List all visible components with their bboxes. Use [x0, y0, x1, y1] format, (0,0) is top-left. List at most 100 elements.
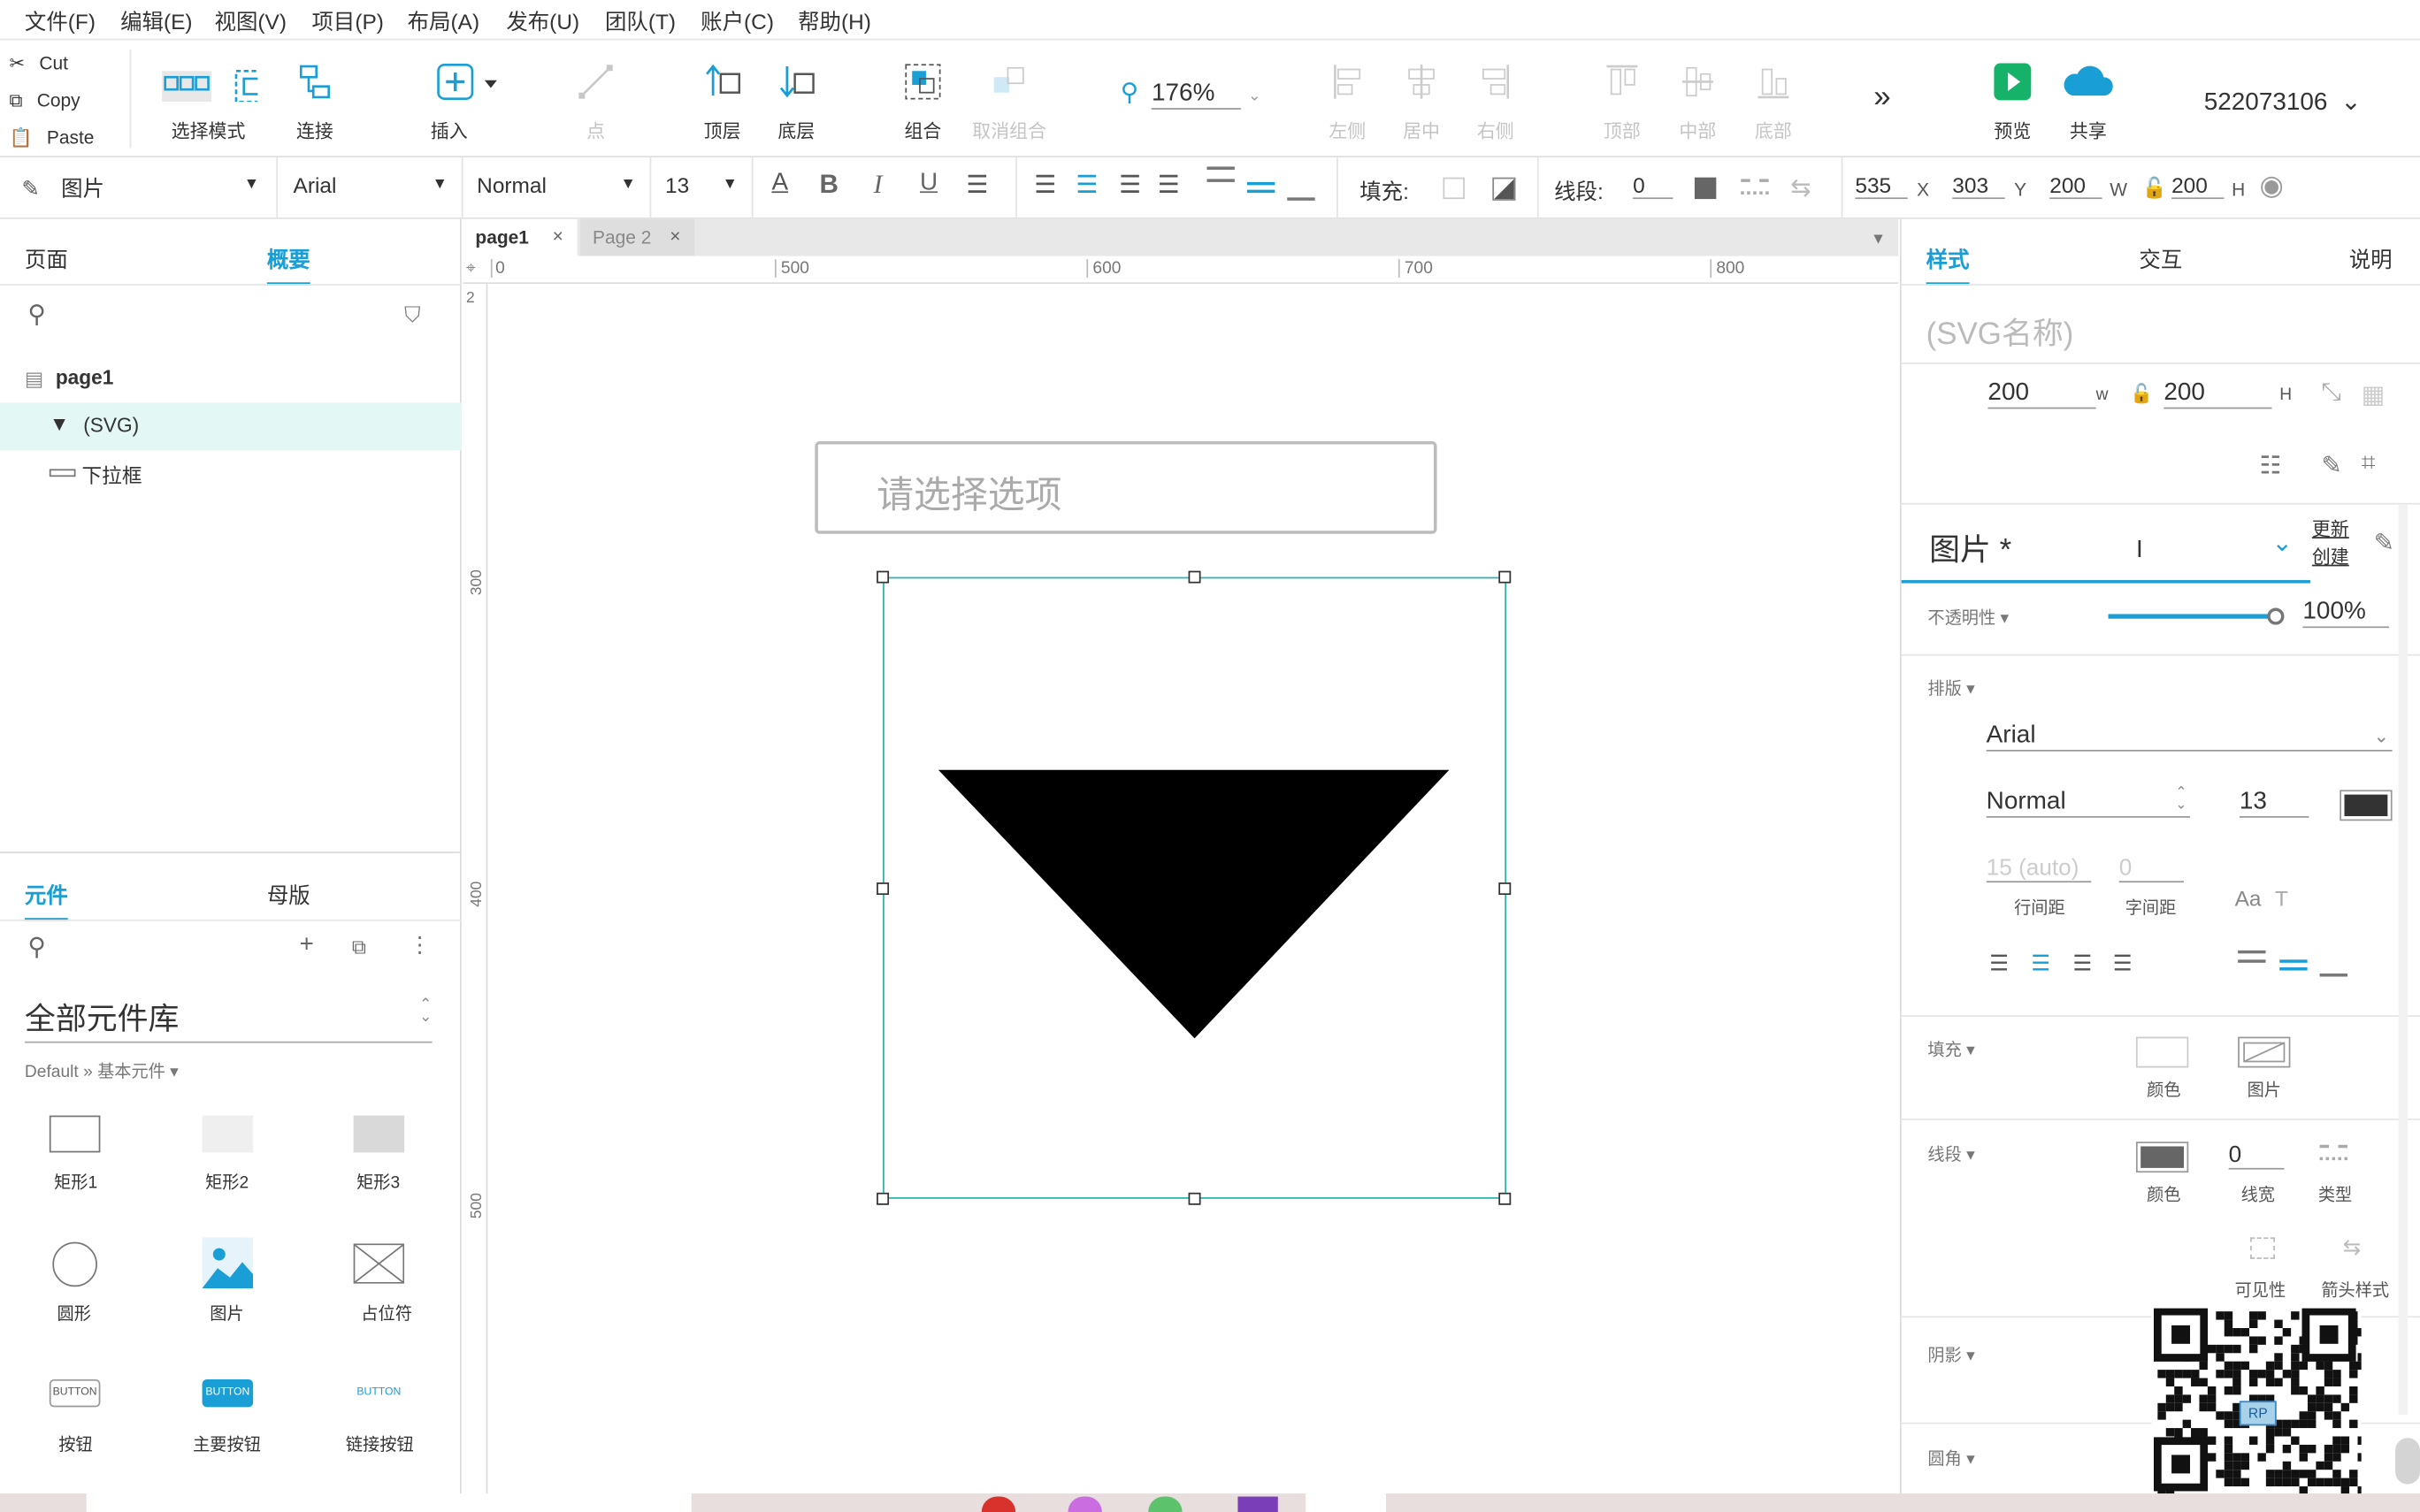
close-icon[interactable]: × [553, 225, 563, 247]
tree-item-dropdown[interactable]: 下拉框 [81, 460, 142, 489]
zoom-control[interactable]: ⚲ 176% ⌄ [1121, 77, 1261, 110]
group-button[interactable]: 组合 [892, 58, 954, 143]
border-color-button[interactable] [2135, 1142, 2189, 1173]
resize-handle[interactable] [1188, 1192, 1201, 1205]
fill-image-button[interactable] [2238, 1036, 2291, 1068]
panel-align-right-icon[interactable]: ☰ [2072, 951, 2092, 977]
style-picker[interactable]: ✎ 图片 ▼ [21, 172, 259, 203]
resize-handle[interactable] [1498, 1192, 1512, 1205]
filter-icon[interactable]: ⛉ [404, 302, 420, 329]
opacity-input[interactable]: 100% [2302, 599, 2390, 629]
bold-icon[interactable]: B [820, 170, 839, 201]
menu-project[interactable]: 项目(P) [311, 6, 383, 37]
panel-scrollbar-thumb[interactable] [2395, 1438, 2420, 1485]
rectangle2-thumb[interactable] [202, 1115, 254, 1153]
underline-icon[interactable]: U [920, 170, 938, 197]
align-text-right-icon[interactable]: ☰ [1119, 170, 1141, 201]
fill-color-button[interactable] [2135, 1036, 2189, 1068]
italic-icon[interactable]: I [874, 170, 883, 201]
menu-publish[interactable]: 发布(U) [506, 6, 579, 37]
lock-icon[interactable]: 🔓 [2130, 383, 2153, 404]
align-text-left-icon[interactable]: ☰ [1034, 170, 1056, 201]
point-button[interactable]: 点 [565, 58, 627, 143]
link-button-thumb[interactable]: BUTTON [354, 1379, 405, 1407]
bottom-layer-button[interactable]: 底层 [765, 58, 827, 143]
top-layer-button[interactable]: 顶层 [692, 58, 754, 143]
panel-valign-top-icon[interactable] [2238, 950, 2266, 963]
panel-align-center-icon[interactable]: ☰ [2031, 951, 2050, 977]
tab-interactions[interactable]: 交互 [2139, 244, 2182, 275]
tab-page2[interactable]: Page 2 × [580, 218, 695, 256]
library-path[interactable]: Default » 基本元件 ▾ [25, 1058, 179, 1083]
taskbar-app-icon[interactable] [981, 1496, 1016, 1512]
opacity-slider[interactable] [2108, 614, 2278, 619]
circle-thumb[interactable] [52, 1241, 97, 1287]
settings-sliders-icon[interactable]: ☷ [2260, 451, 2282, 482]
align-top-button[interactable]: 顶部 [1596, 58, 1648, 143]
grid-icon[interactable]: ▦ [2362, 379, 2385, 410]
align-right-button[interactable]: 右侧 [1469, 58, 1521, 143]
tab-masters[interactable]: 母版 [267, 880, 310, 911]
border-type-icon[interactable] [2319, 1144, 2347, 1161]
letter-spacing-input[interactable]: 0 [2118, 855, 2185, 883]
height-input[interactable]: 200 [2171, 172, 2225, 200]
weight-select[interactable]: Normal ▼ [477, 172, 637, 197]
menu-help[interactable]: 帮助(H) [798, 6, 871, 37]
align-text-justify-icon[interactable]: ☰ [1158, 170, 1180, 201]
taskbar-app-icon[interactable] [1306, 1493, 1386, 1512]
more-tools-icon[interactable]: » [1873, 80, 1890, 116]
font-select[interactable]: Arial ▼ [294, 172, 448, 197]
copy-library-icon[interactable]: ⧉ [352, 935, 366, 959]
search-icon[interactable]: ⚲ [27, 300, 45, 331]
text-color-icon[interactable]: A [771, 170, 788, 197]
valign-middle-icon[interactable] [1246, 181, 1275, 194]
fit-size-icon[interactable]: ⤡ [2321, 379, 2340, 407]
eye-icon[interactable]: ◉ [2260, 170, 2284, 202]
style-select[interactable]: 图片 * ⌄ I [1901, 506, 2311, 584]
line-width-input[interactable]: 0 [1633, 172, 1673, 200]
text-case-icon[interactable]: Aa [2235, 886, 2262, 911]
placeholder-thumb-icon[interactable] [353, 1243, 405, 1284]
width-input[interactable]: 200 [2049, 172, 2102, 200]
y-input[interactable]: 303 [1952, 172, 2005, 200]
menu-layout[interactable]: 布局(A) [408, 6, 479, 37]
select-mode-button[interactable]: 选择模式 [149, 58, 269, 143]
connect-button[interactable]: 连接 [284, 58, 346, 143]
valign-top-icon[interactable] [1206, 166, 1235, 182]
library-search-icon[interactable]: ⚲ [27, 932, 45, 963]
add-library-icon[interactable]: + [300, 932, 314, 959]
tab-notes[interactable]: 说明 [2349, 244, 2393, 275]
dropdown-widget[interactable]: 请选择选项 [815, 441, 1437, 534]
x-input[interactable]: 535 [1855, 172, 1908, 200]
taskbar-app-icon[interactable] [1148, 1496, 1183, 1512]
rectangle1-thumb[interactable] [49, 1115, 101, 1153]
resize-handle[interactable] [1188, 570, 1201, 584]
align-bottom-button[interactable]: 底部 [1747, 58, 1799, 143]
resize-handle[interactable] [877, 1192, 890, 1205]
menu-edit[interactable]: 编辑(E) [120, 6, 192, 37]
text-shadow-icon[interactable]: T [2275, 886, 2288, 911]
resize-handle[interactable] [877, 570, 890, 584]
pen-icon[interactable]: ✎ [2321, 451, 2341, 482]
align-center-button[interactable]: 居中 [1395, 58, 1447, 143]
resize-handle[interactable] [1498, 570, 1512, 584]
font-weight-select[interactable]: Normal ⌃ ⌄ [1986, 784, 2191, 818]
fill-color-swatch[interactable] [1443, 177, 1465, 200]
share-button[interactable]: 共享 [2056, 58, 2120, 143]
font-size-select[interactable]: 13 ▼ [665, 172, 739, 197]
tab-page1[interactable]: page1 × [463, 218, 578, 256]
taskbar-app-icon[interactable] [1068, 1496, 1102, 1512]
account-menu[interactable]: 522073106 ⌄ [2204, 87, 2362, 118]
valign-bottom-icon[interactable] [1287, 191, 1315, 201]
insert-button[interactable]: 插入 [423, 58, 500, 143]
fill-image-swatch[interactable] [1492, 177, 1516, 201]
preview-button[interactable]: 预览 [1985, 58, 2041, 143]
button-thumb[interactable]: BUTTON [49, 1378, 101, 1408]
create-style-link[interactable]: 创建 [2312, 543, 2349, 570]
panel-height-input[interactable]: 200 [2163, 379, 2272, 409]
opacity-slider-thumb[interactable] [2267, 607, 2285, 625]
update-style-link[interactable]: 更新 [2312, 515, 2349, 543]
panel-valign-middle-icon[interactable] [2279, 959, 2308, 971]
close-icon[interactable]: × [670, 225, 680, 247]
arrow-style-icon[interactable]: ⇆ [1790, 172, 1811, 203]
